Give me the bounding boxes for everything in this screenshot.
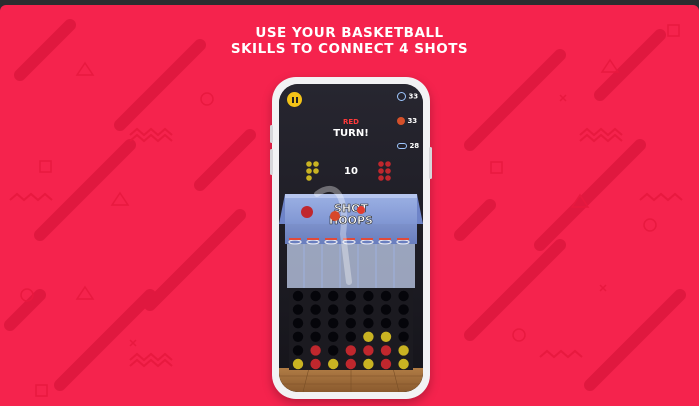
board-slot xyxy=(310,290,321,302)
phone-side-button xyxy=(429,147,432,179)
basketball-icon xyxy=(397,117,405,125)
board-slot xyxy=(398,304,409,315)
game-screen[interactable]: SHOT HOOPS RED TURN! 10 33 33 28 xyxy=(279,84,423,392)
turn-label: TURN! xyxy=(333,128,369,139)
turn-indicator: RED TURN! xyxy=(323,117,379,139)
board-slot xyxy=(398,358,409,370)
headline: USE YOUR BASKETBALL SKILLS TO CONNECT 4 … xyxy=(0,25,699,57)
board-slot xyxy=(363,345,374,356)
board-slot xyxy=(310,331,321,342)
pause-bar xyxy=(295,96,298,103)
board-slot xyxy=(328,318,339,329)
board-slot xyxy=(310,345,321,356)
board-slot xyxy=(345,345,356,356)
board-slot xyxy=(345,358,356,370)
stat-value: 28 xyxy=(409,142,420,150)
stat-value: 33 xyxy=(407,117,418,125)
center-count: 10 xyxy=(344,166,358,177)
headline-line-1: USE YOUR BASKETBALL xyxy=(255,25,444,41)
board-slot xyxy=(380,345,392,356)
board-slot xyxy=(292,358,304,370)
board-slot xyxy=(345,290,356,302)
board-slot xyxy=(310,358,321,370)
board-slot xyxy=(380,318,392,329)
board-slot xyxy=(310,304,321,315)
board-slot xyxy=(380,331,392,342)
board-slot xyxy=(380,358,392,370)
board-slot xyxy=(363,290,374,302)
board-slot xyxy=(345,318,356,329)
board-slot xyxy=(363,331,374,342)
board-slot xyxy=(292,290,304,302)
phone-side-button xyxy=(270,149,273,175)
board-slot xyxy=(328,331,339,342)
board-slot xyxy=(363,304,374,315)
stat-timer: 33 xyxy=(397,92,418,101)
board-slot xyxy=(398,331,409,342)
pause-button[interactable] xyxy=(287,92,302,107)
board-slot xyxy=(398,290,409,302)
stat-value: 33 xyxy=(408,92,419,101)
stat-shots: 33 xyxy=(397,117,417,125)
board-slot xyxy=(292,304,304,315)
board-slot xyxy=(328,345,339,356)
turn-color-label: RED xyxy=(343,118,359,126)
board-slot xyxy=(292,331,304,342)
promo-banner: USE YOUR BASKETBALL SKILLS TO CONNECT 4 … xyxy=(0,5,699,406)
board-slot xyxy=(328,290,339,302)
timer-icon xyxy=(397,92,406,101)
board-slot xyxy=(398,345,409,356)
board-slot xyxy=(380,304,392,315)
hoop-icon xyxy=(397,143,407,149)
board-slot xyxy=(398,318,409,329)
board-slot xyxy=(292,345,304,356)
board-slot xyxy=(363,318,374,329)
phone-side-button xyxy=(270,125,273,143)
board-slot xyxy=(345,304,356,315)
board-slot xyxy=(310,318,321,329)
board-slot xyxy=(292,318,304,329)
board-slot xyxy=(380,290,392,302)
board-slot xyxy=(345,331,356,342)
board-slot xyxy=(363,358,374,370)
pause-bar xyxy=(291,96,294,103)
stat-hoops: 28 xyxy=(397,142,419,150)
board-slot xyxy=(328,358,339,370)
board-slot xyxy=(328,304,339,315)
phone-mockup: SHOT HOOPS RED TURN! 10 33 33 28 xyxy=(270,77,432,399)
headline-line-2: SKILLS TO CONNECT 4 SHOTS xyxy=(230,41,469,57)
